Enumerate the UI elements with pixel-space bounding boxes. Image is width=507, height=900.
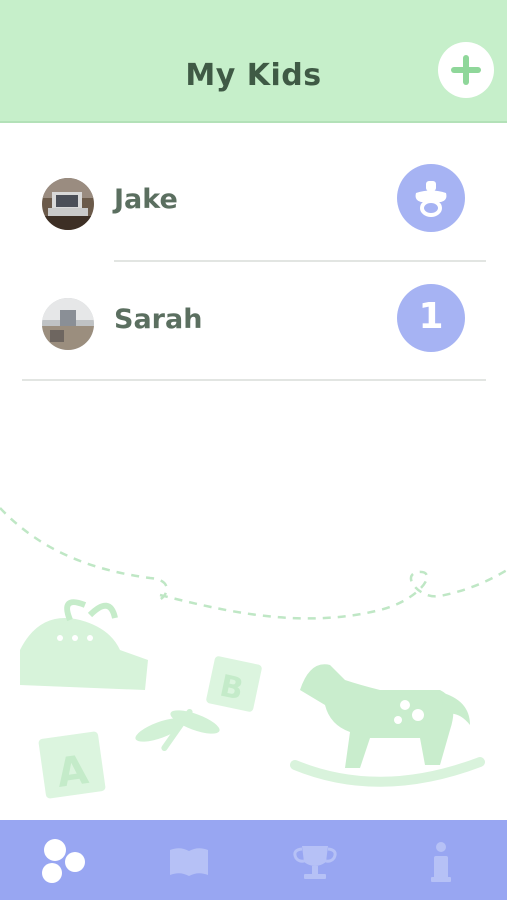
kid-name: Sarah (114, 304, 203, 335)
kid-name: Jake (114, 184, 178, 215)
add-kid-button[interactable] (438, 42, 494, 98)
rocking-horse-illustration (290, 664, 485, 787)
page-title: My Kids (185, 58, 322, 93)
bottom-tab-bar (0, 820, 507, 900)
kid-row-sarah[interactable]: Sarah 1 (0, 260, 507, 378)
status-number: 1 (418, 296, 444, 337)
nursery-background-illustration: A B (0, 507, 507, 799)
avatar (42, 178, 94, 230)
tab-info[interactable] (378, 820, 504, 900)
status-badge[interactable] (397, 164, 465, 232)
svg-text:A: A (54, 747, 91, 797)
dragonfly-illustration (135, 708, 220, 752)
divider (22, 379, 486, 381)
tab-kids[interactable] (0, 820, 126, 900)
tab-trophy[interactable] (252, 820, 378, 900)
trophy-icon (293, 846, 337, 879)
avatar (42, 298, 94, 350)
baby-shoe-illustration (20, 599, 148, 690)
block-a-illustration: A (38, 731, 106, 799)
app-header: My Kids (0, 0, 507, 123)
plus-icon (451, 55, 481, 85)
tab-book[interactable] (126, 820, 252, 900)
book-icon (170, 848, 208, 876)
kid-row-jake[interactable]: Jake (0, 140, 507, 258)
kids-circles-icon (42, 839, 85, 883)
status-badge[interactable]: 1 (397, 284, 465, 352)
block-b-illustration: B (206, 656, 262, 712)
info-icon (431, 842, 451, 882)
pacifier-icon (415, 181, 447, 217)
